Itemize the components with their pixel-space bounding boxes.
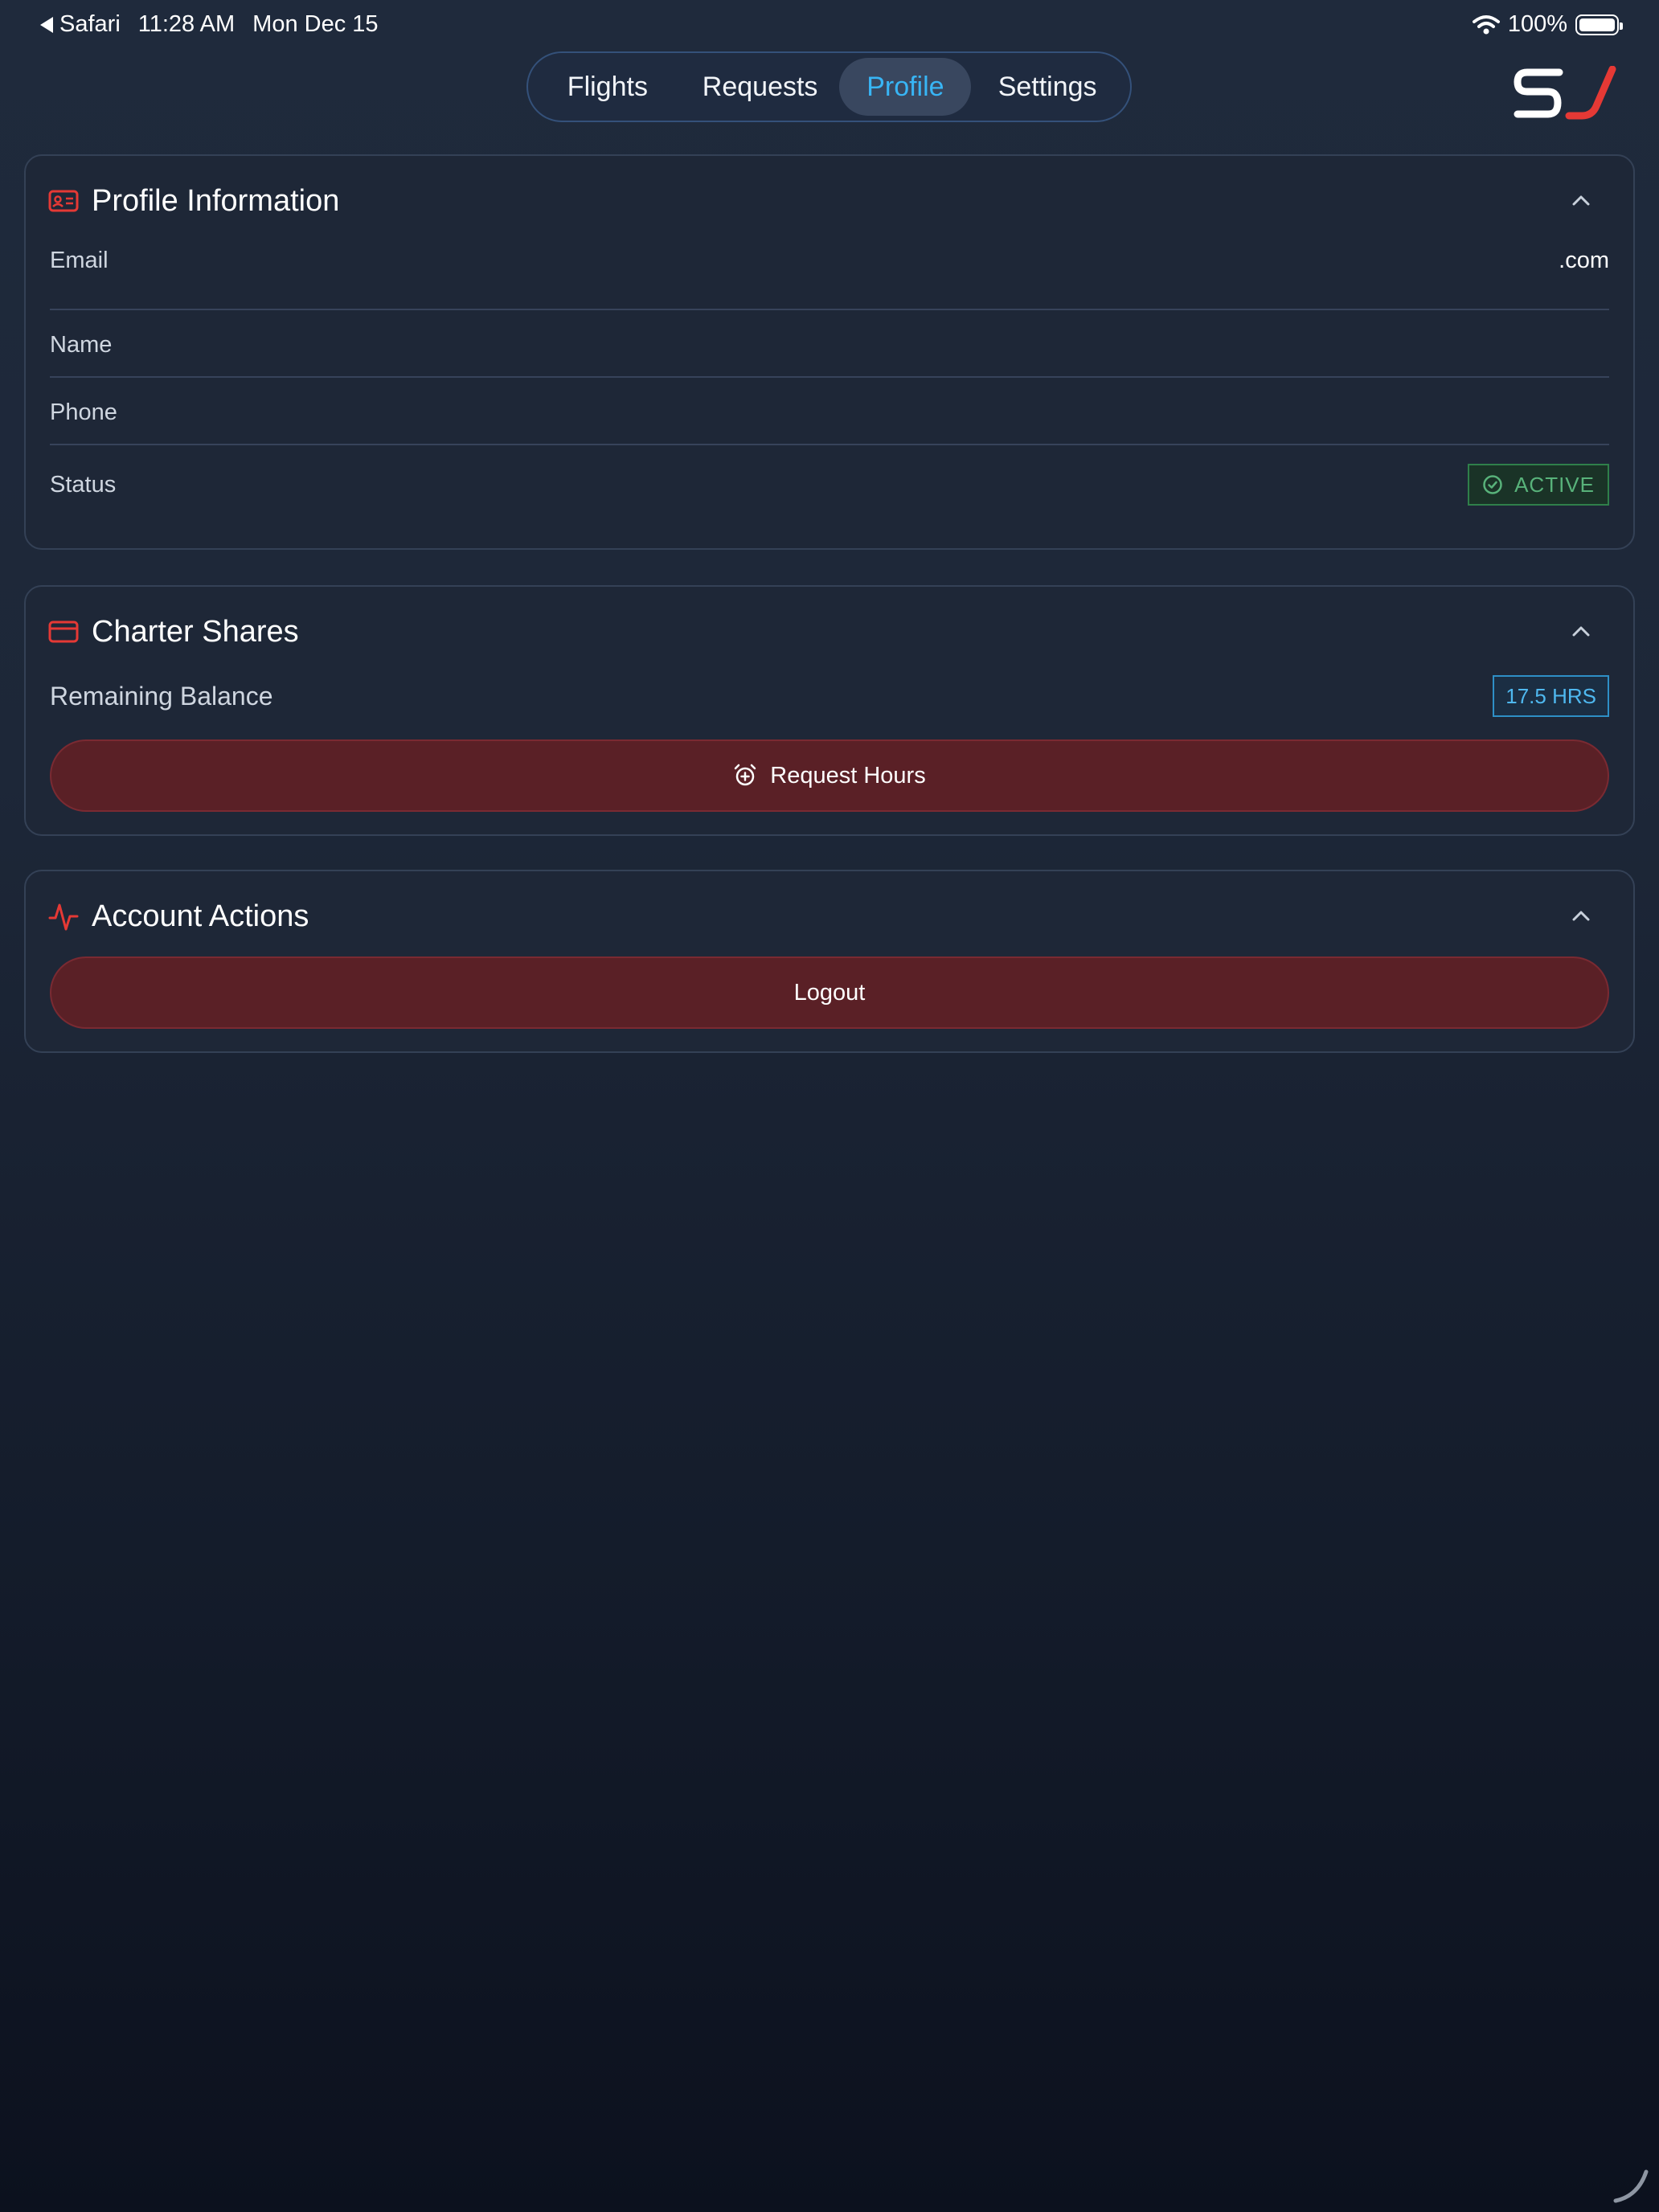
charter-shares-card: Charter Shares Remaining Balance 17.5 HR… xyxy=(24,585,1635,836)
activity-icon xyxy=(48,903,79,931)
brand-logo xyxy=(1514,66,1616,120)
email-row: Email .com xyxy=(50,243,1609,278)
profile-information-card: Profile Information Email .com Name Phon… xyxy=(24,154,1635,550)
id-card-icon xyxy=(48,190,79,212)
email-value: .com xyxy=(1559,247,1609,273)
logout-button[interactable]: Logout xyxy=(50,956,1609,1029)
status-date: Mon Dec 15 xyxy=(252,11,379,37)
balance-badge: 17.5 HRS xyxy=(1493,675,1609,717)
phone-row: Phone xyxy=(50,395,1609,430)
divider xyxy=(50,444,1609,445)
status-label: Status xyxy=(50,471,117,498)
chevron-up-icon[interactable] xyxy=(1569,619,1593,643)
chevron-up-icon[interactable] xyxy=(1569,903,1593,928)
charter-card-header[interactable]: Charter Shares xyxy=(48,609,1611,654)
name-row: Name xyxy=(50,327,1609,363)
request-hours-label: Request Hours xyxy=(770,762,926,789)
status-row: Status ACTIVE xyxy=(50,463,1609,506)
chevron-up-icon[interactable] xyxy=(1569,188,1593,212)
battery-percent: 100% xyxy=(1507,11,1567,37)
account-actions-card: Account Actions Logout xyxy=(24,870,1635,1053)
logout-label: Logout xyxy=(793,979,866,1006)
alarm-clock-plus-icon xyxy=(735,764,756,786)
tab-flights[interactable]: Flights xyxy=(535,58,681,116)
account-card-header[interactable]: Account Actions xyxy=(48,894,1611,939)
back-to-app-link[interactable]: Safari xyxy=(40,11,121,38)
tab-settings[interactable]: Settings xyxy=(971,58,1124,116)
back-arrow-icon xyxy=(40,16,53,33)
request-hours-button[interactable]: Request Hours xyxy=(50,739,1609,812)
back-app-label: Safari xyxy=(59,11,121,37)
tab-requests[interactable]: Requests xyxy=(681,58,840,116)
main-tab-bar: Flights Requests Profile Settings xyxy=(526,51,1132,122)
credit-card-icon xyxy=(48,621,79,643)
profile-card-title: Profile Information xyxy=(92,183,340,218)
status-bar: Safari 11:28 AM Mon Dec 15 100% xyxy=(0,0,1659,51)
charter-card-title: Charter Shares xyxy=(92,614,299,649)
status-time: 11:28 AM xyxy=(137,11,236,37)
balance-row: Remaining Balance 17.5 HRS xyxy=(50,674,1609,719)
account-card-title: Account Actions xyxy=(92,899,309,933)
profile-card-header[interactable]: Profile Information xyxy=(48,178,1611,223)
check-circle-icon xyxy=(1483,475,1502,494)
divider xyxy=(50,309,1609,310)
status-badge-text: ACTIVE xyxy=(1514,472,1595,497)
email-label: Email xyxy=(50,247,109,273)
wifi-icon xyxy=(1472,14,1500,34)
name-label: Name xyxy=(50,331,113,358)
phone-label: Phone xyxy=(50,399,117,425)
tab-profile[interactable]: Profile xyxy=(839,58,972,116)
balance-label: Remaining Balance xyxy=(50,681,273,711)
corner-resize-icon xyxy=(1613,2169,1649,2203)
divider xyxy=(50,376,1609,378)
status-badge: ACTIVE xyxy=(1468,464,1609,506)
battery-icon xyxy=(1575,14,1623,35)
